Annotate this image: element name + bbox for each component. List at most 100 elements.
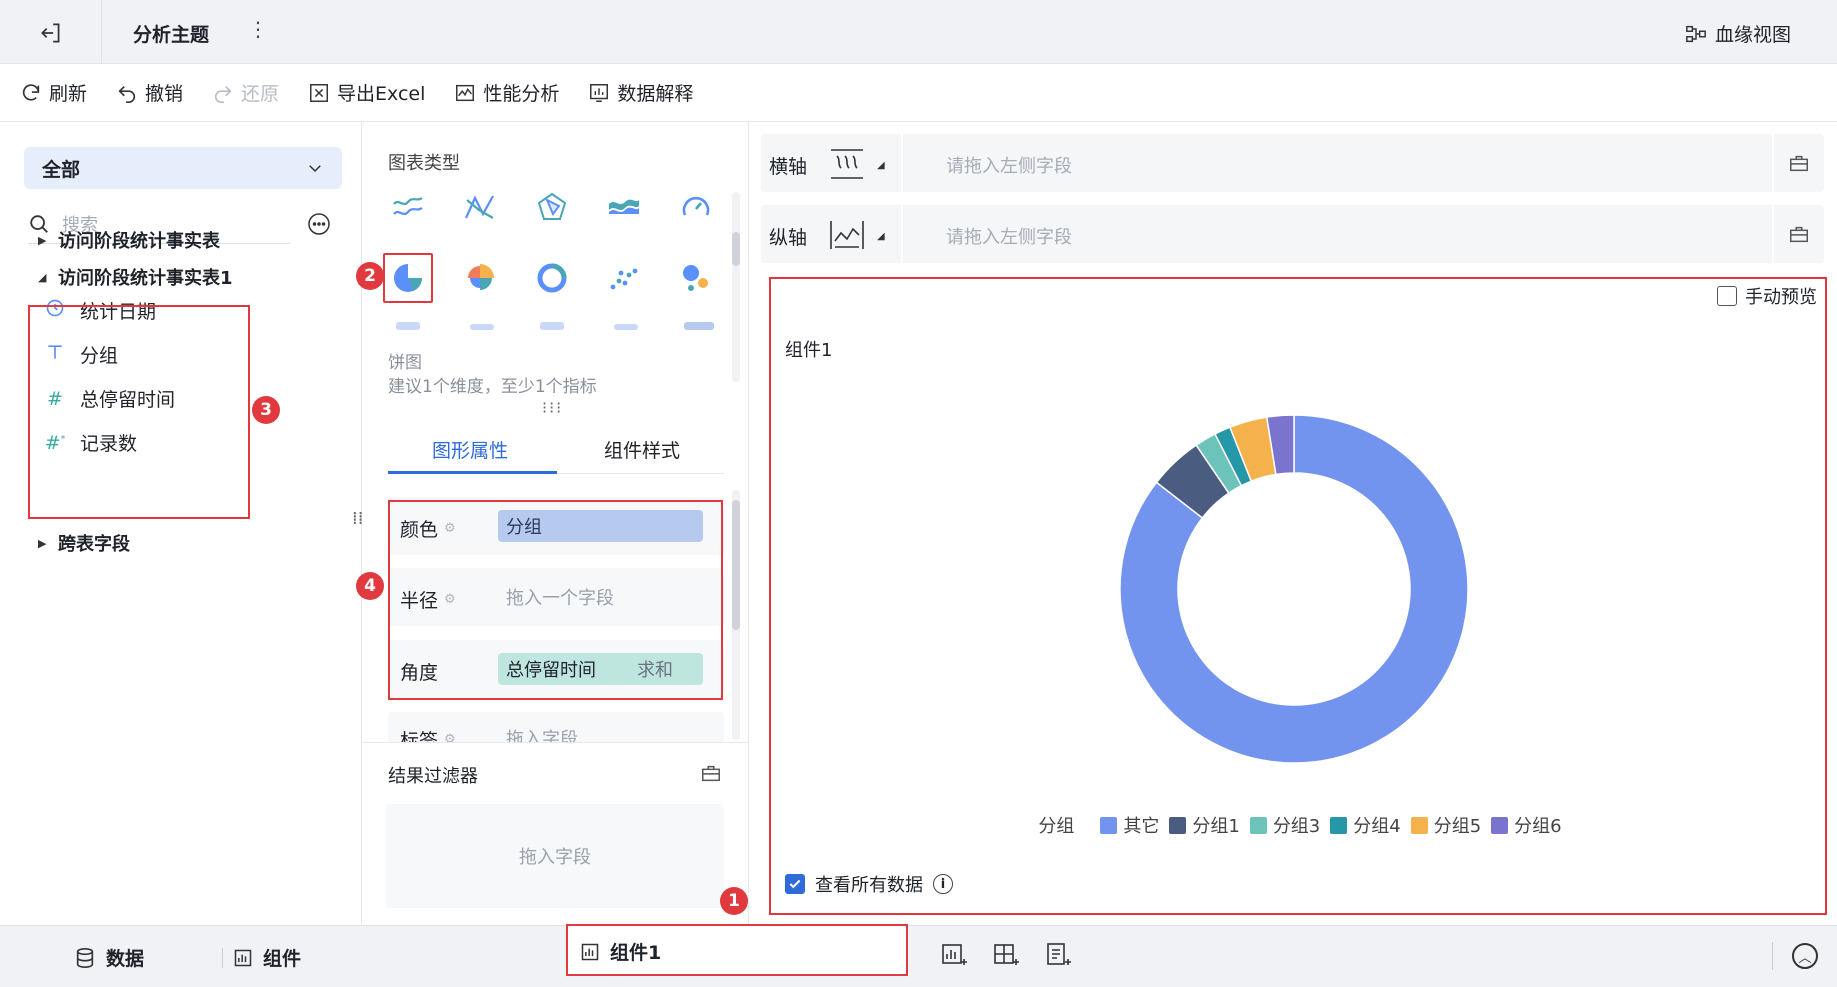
refresh-button[interactable]: 刷新 <box>20 79 87 106</box>
y-axis-drop-zone[interactable]: 请拖入左侧字段 <box>946 223 1072 249</box>
view-all-data-toggle[interactable]: 查看所有数据 i <box>785 871 953 897</box>
area-chart-type-icon[interactable] <box>604 187 644 227</box>
lineage-label: 血缘视图 <box>1714 24 1791 46</box>
legend-swatch <box>1491 816 1509 834</box>
component-tab-label: 组件 <box>263 948 302 970</box>
performance-analysis-button[interactable]: 性能分析 <box>454 79 559 106</box>
prop-label-field: 标签 ⚙ 拖入字段 <box>388 712 724 742</box>
data-explain-button[interactable]: 数据解释 <box>588 79 693 106</box>
redo-icon <box>214 85 232 103</box>
undo-label: 撤销 <box>145 83 184 105</box>
y-axis-settings[interactable] <box>1772 205 1824 263</box>
data-explain-icon <box>590 83 609 102</box>
legend-label: 分组5 <box>1433 816 1482 837</box>
view-all-label: 查看所有数据 <box>815 875 923 896</box>
bottombar-divider <box>222 948 223 968</box>
y-axis-type-icon[interactable] <box>827 217 867 253</box>
add-layout-icon[interactable] <box>992 941 1020 969</box>
rose-chart-type-icon[interactable] <box>460 258 500 298</box>
properties-scrollbar[interactable] <box>732 490 740 740</box>
section-divider <box>362 742 749 743</box>
filter-settings-icon[interactable] <box>700 762 722 784</box>
scrollbar-thumb[interactable] <box>732 232 740 266</box>
info-icon[interactable]: i <box>933 874 953 894</box>
caret-down-icon[interactable]: ◢ <box>877 231 885 242</box>
app-root: 分析主题 ⋮ 血缘视图 刷新 撤销 还原 导出Excel 性能分析 数据解释 全… <box>0 0 1837 987</box>
tab-graphic-properties[interactable]: 图形属性 <box>432 436 508 463</box>
annotation-box-props <box>388 500 723 700</box>
result-filter-drop-zone[interactable]: 拖入字段 <box>386 804 724 908</box>
manual-preview-checkbox[interactable] <box>1717 286 1737 306</box>
exit-icon[interactable] <box>38 20 64 46</box>
add-report-icon[interactable] <box>1044 941 1072 969</box>
active-tab-content: 组件1 <box>580 938 661 965</box>
undo-icon <box>118 85 136 103</box>
more-menu-icon[interactable]: ⋮ <box>248 19 268 39</box>
radar-line-chart-type-icon[interactable] <box>460 187 500 227</box>
chart-component-icon <box>234 949 253 966</box>
page-title: 分析主题 <box>133 24 210 46</box>
table-node[interactable]: ▶ 跨表字段 <box>38 530 130 556</box>
scatter-chart-type-icon[interactable] <box>604 258 644 298</box>
legend-item[interactable]: 分组3 <box>1249 812 1320 838</box>
bottom-bar: 数据 组件 ︿ <box>0 925 1837 987</box>
component-title: 组件1 <box>785 340 833 361</box>
active-tab-indicator <box>388 471 557 474</box>
legend-item[interactable]: 分组4 <box>1330 812 1401 838</box>
more-options-icon[interactable] <box>307 212 331 236</box>
legend-item[interactable]: 分组1 <box>1169 812 1240 838</box>
line-chart-type-icon[interactable] <box>388 187 428 227</box>
caret-down-icon: ◢ <box>38 270 47 284</box>
performance-icon <box>456 84 475 101</box>
add-chart-icon[interactable] <box>940 941 968 969</box>
legend-item[interactable]: 分组5 <box>1410 812 1482 838</box>
gear-icon[interactable]: ⚙ <box>444 732 456 742</box>
y-axis-row: 纵轴 ◢ 请拖入左侧字段 <box>761 205 1824 263</box>
undo-button[interactable]: 撤销 <box>116 79 183 106</box>
x-axis-type-icon[interactable] <box>827 146 867 182</box>
table-label: 访问阶段统计事实表1 <box>58 268 233 289</box>
table-filter-select[interactable]: 全部 <box>24 147 342 189</box>
legend-swatch <box>1100 816 1118 834</box>
perf-label: 性能分析 <box>483 83 560 105</box>
manual-preview-label: 手动预览 <box>1745 287 1817 308</box>
export-excel-button[interactable]: 导出Excel <box>308 79 425 106</box>
collapse-up-icon[interactable]: ︿ <box>1792 943 1818 969</box>
lineage-view-button[interactable]: 血缘视图 <box>1685 20 1791 47</box>
chart-type-scrollbar[interactable] <box>732 192 740 382</box>
table-filter-value: 全部 <box>42 158 81 181</box>
config-tabs: 图形属性 组件样式 <box>388 424 724 474</box>
caret-down-icon[interactable]: ◢ <box>877 160 885 171</box>
gauge-chart-type-icon[interactable] <box>676 187 716 227</box>
manual-preview-toggle[interactable]: 手动预览 <box>1717 283 1817 309</box>
legend-swatch <box>1169 816 1187 834</box>
lineage-icon <box>1686 25 1706 42</box>
view-all-checkbox[interactable] <box>785 874 805 894</box>
x-axis-drop-zone[interactable]: 请拖入左侧字段 <box>946 152 1072 178</box>
redo-button[interactable]: 还原 <box>212 79 279 106</box>
table-node[interactable]: ▶ 访问阶段统计事实表 <box>38 227 220 253</box>
axis-separator <box>901 134 903 192</box>
panel-drag-handle-icon[interactable]: ⁞⁞ <box>352 508 363 529</box>
selected-chart-name: 饼图 <box>388 353 422 373</box>
table-label: 访问阶段统计事实表 <box>58 231 220 252</box>
bubble-chart-type-icon[interactable] <box>676 258 716 298</box>
data-tab[interactable]: 数据 <box>74 944 144 971</box>
active-component-tab[interactable]: 组件1 <box>566 924 908 976</box>
legend-item[interactable]: 分组6 <box>1491 812 1562 838</box>
radar-chart-type-icon[interactable] <box>532 187 572 227</box>
pie-chart-type-icon[interactable] <box>383 253 433 303</box>
x-axis-settings[interactable] <box>1772 134 1824 192</box>
scrollbar-thumb[interactable] <box>732 500 740 630</box>
component-tab[interactable]: 组件 <box>233 944 301 971</box>
x-axis-row: 横轴 ◢ 请拖入左侧字段 <box>761 134 1824 192</box>
ring-chart-type-icon[interactable] <box>532 258 572 298</box>
label-drop-zone[interactable]: 拖入字段 <box>498 722 703 742</box>
resize-handle-icon[interactable]: ⁝⁝⁝ <box>542 398 563 417</box>
tab-component-style[interactable]: 组件样式 <box>604 436 680 463</box>
legend-item[interactable]: 其它 <box>1100 812 1159 838</box>
annotation-badge-2: 2 <box>356 262 384 290</box>
table-node-expanded[interactable]: ◢ 访问阶段统计事实表1 <box>38 264 233 290</box>
legend-swatch <box>1330 816 1348 834</box>
toolbox-icon <box>1790 226 1808 243</box>
